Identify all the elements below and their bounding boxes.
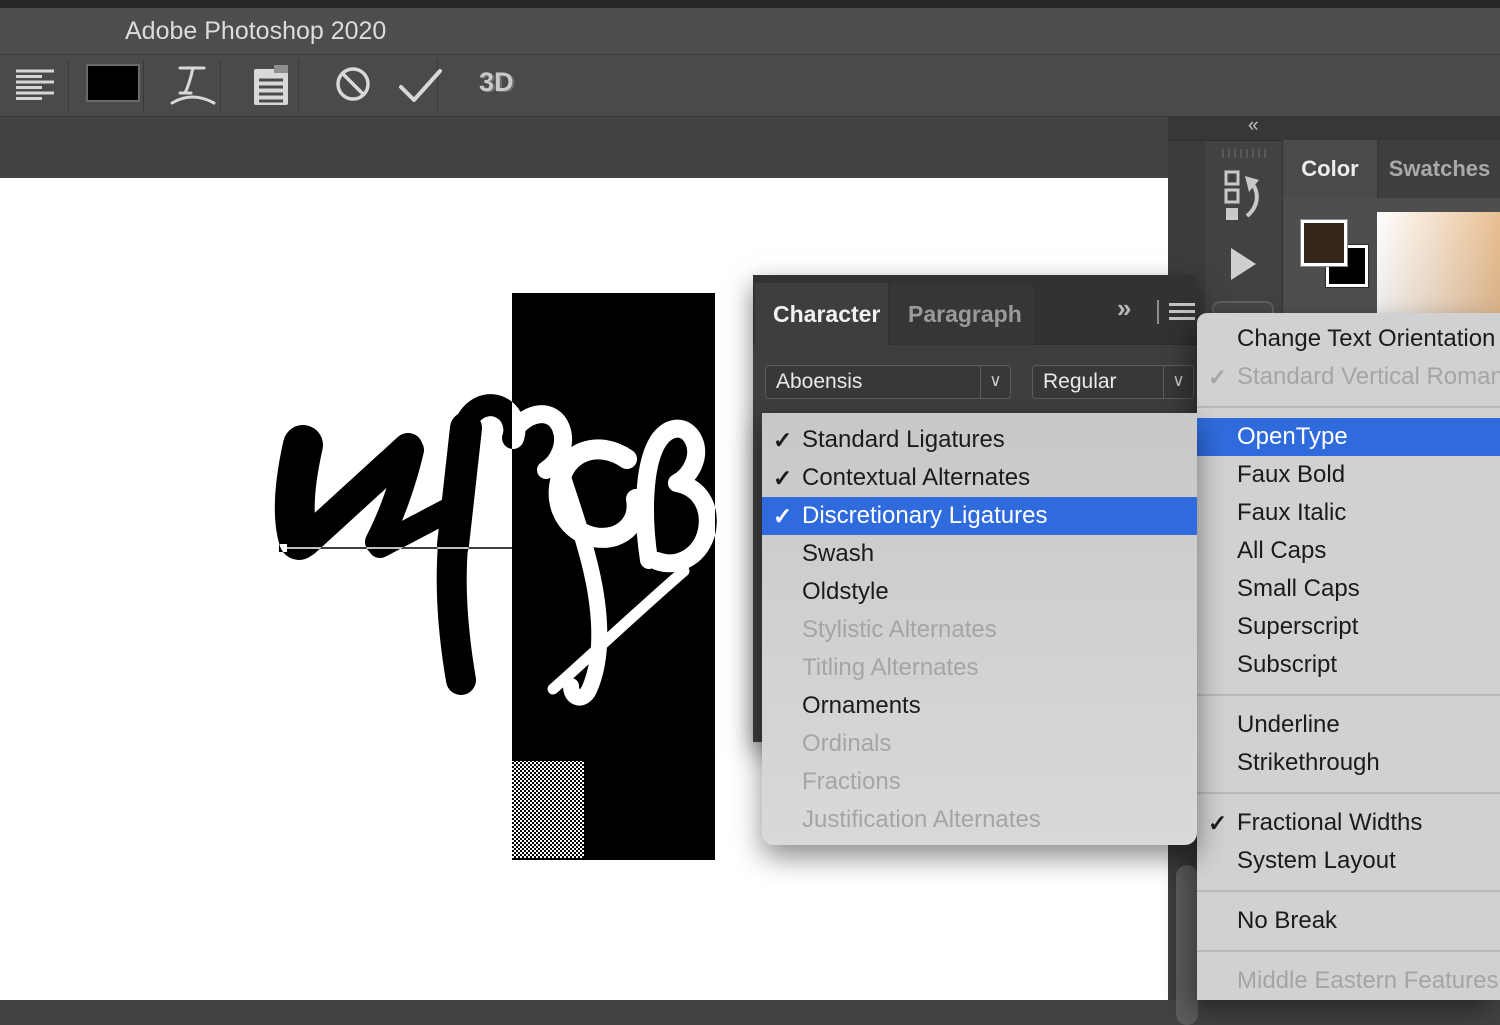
- check-icon: ✓: [773, 459, 792, 497]
- commit-edits-icon[interactable]: [398, 67, 444, 107]
- history-snapshot-icon[interactable]: [1223, 170, 1265, 222]
- tab-paragraph[interactable]: Paragraph: [890, 283, 1033, 345]
- menu-item-standard-vertical-roman: ✓ Standard Vertical Roman Alignment: [1197, 358, 1500, 396]
- font-style-select[interactable]: Regular ∨: [1032, 365, 1194, 399]
- photoshop-app: { "window": { "title": "Adobe Photoshop …: [0, 0, 1500, 1000]
- cancel-edits-icon[interactable]: [334, 65, 376, 107]
- menu-item-titling-alternates: Titling Alternates: [762, 649, 1197, 687]
- tab-character[interactable]: Character: [755, 283, 888, 345]
- menu-item-ordinals: Ordinals: [762, 725, 1197, 763]
- window-titlebar: Adobe Photoshop 2020: [0, 8, 1500, 55]
- menu-item-standard-ligatures[interactable]: ✓ Standard Ligatures: [762, 421, 1197, 459]
- color-panel-tabs: Color Swatches: [1283, 140, 1500, 198]
- toolbar-separator: [68, 59, 69, 111]
- menu-item-justification-alternates: Justification Alternates: [762, 801, 1197, 839]
- check-icon: ✓: [1208, 358, 1227, 396]
- menu-item-strikethrough[interactable]: Strikethrough: [1197, 744, 1500, 782]
- 3d-mode-button[interactable]: 3D: [479, 67, 514, 98]
- toggle-panels-icon[interactable]: [250, 63, 296, 107]
- character-panel-tabbar: Character Paragraph »: [753, 275, 1197, 345]
- menu-item-underline[interactable]: Underline: [1197, 706, 1500, 744]
- chevron-down-icon[interactable]: ∨: [980, 366, 1010, 398]
- menu-item-subscript[interactable]: Subscript: [1197, 646, 1500, 684]
- warp-text-icon[interactable]: [168, 63, 218, 109]
- font-family-value: Aboensis: [776, 366, 862, 398]
- menu-item-contextual-alternates[interactable]: ✓ Contextual Alternates: [762, 459, 1197, 497]
- tab-color[interactable]: Color: [1283, 140, 1377, 198]
- menu-separator: [1197, 792, 1500, 794]
- screen-top-strip: [0, 0, 1500, 8]
- collapse-panels-icon[interactable]: «: [1248, 115, 1260, 137]
- chevron-down-icon[interactable]: ∨: [1163, 366, 1193, 398]
- toolbar-separator: [220, 59, 221, 111]
- menu-item-faux-italic[interactable]: Faux Italic: [1197, 494, 1500, 532]
- menu-item-faux-bold[interactable]: Faux Bold: [1197, 456, 1500, 494]
- menu-separator: [1197, 950, 1500, 952]
- window-title: Adobe Photoshop 2020: [125, 8, 386, 54]
- menu-item-small-caps[interactable]: Small Caps: [1197, 570, 1500, 608]
- menu-separator: [1197, 694, 1500, 696]
- text-color-swatch[interactable]: [86, 64, 140, 102]
- dock-header: «: [1168, 116, 1500, 141]
- toolbar-separator: [298, 59, 299, 111]
- tab-swatches[interactable]: Swatches: [1379, 140, 1500, 198]
- panel-grip[interactable]: [1222, 149, 1266, 158]
- menu-item-fractions: Fractions: [762, 763, 1197, 801]
- menu-separator: [1197, 406, 1500, 408]
- play-action-icon[interactable]: [1231, 248, 1256, 280]
- check-icon: ✓: [1208, 804, 1227, 842]
- menu-item-change-text-orientation[interactable]: Change Text Orientation: [1197, 320, 1500, 358]
- vertical-scrollbar-thumb[interactable]: [1176, 865, 1198, 1025]
- menu-item-ornaments[interactable]: Ornaments: [762, 687, 1197, 725]
- menu-item-stylistic-alternates: Stylistic Alternates: [762, 611, 1197, 649]
- menu-item-superscript[interactable]: Superscript: [1197, 608, 1500, 646]
- toolbar-separator: [143, 59, 144, 111]
- paragraph-align-icon[interactable]: [16, 68, 56, 104]
- menu-item-oldstyle[interactable]: Oldstyle: [762, 573, 1197, 611]
- panel-flyout-menu-icon[interactable]: [1169, 303, 1195, 320]
- panel-overflow-icon[interactable]: »: [1117, 293, 1128, 324]
- menu-item-swash[interactable]: Swash: [762, 535, 1197, 573]
- menu-item-no-break[interactable]: No Break: [1197, 902, 1500, 940]
- character-panel-flyout-menu: Change Text Orientation ✓ Standard Verti…: [1197, 313, 1500, 1000]
- menu-item-opentype[interactable]: OpenType: [1197, 418, 1500, 456]
- font-style-value: Regular: [1043, 366, 1117, 398]
- menu-item-fractional-widths[interactable]: ✓ Fractional Widths: [1197, 804, 1500, 842]
- menu-item-discretionary-ligatures[interactable]: ✓ Discretionary Ligatures: [762, 497, 1197, 535]
- foreground-color-swatch[interactable]: [1301, 220, 1347, 266]
- check-icon: ✓: [773, 497, 792, 535]
- panel-divider: [1157, 300, 1159, 324]
- menu-item-all-caps[interactable]: All Caps: [1197, 532, 1500, 570]
- type-options-bar: 3D: [0, 55, 1500, 117]
- menu-item-middle-eastern-features: Middle Eastern Features: [1197, 962, 1500, 1000]
- menu-item-system-layout[interactable]: System Layout: [1197, 842, 1500, 880]
- halftone-patch: [512, 761, 584, 858]
- menu-separator: [1197, 890, 1500, 892]
- font-family-select[interactable]: Aboensis ∨: [765, 365, 1011, 399]
- opentype-submenu: ✓ Standard Ligatures ✓ Contextual Altern…: [762, 413, 1197, 845]
- check-icon: ✓: [773, 421, 792, 459]
